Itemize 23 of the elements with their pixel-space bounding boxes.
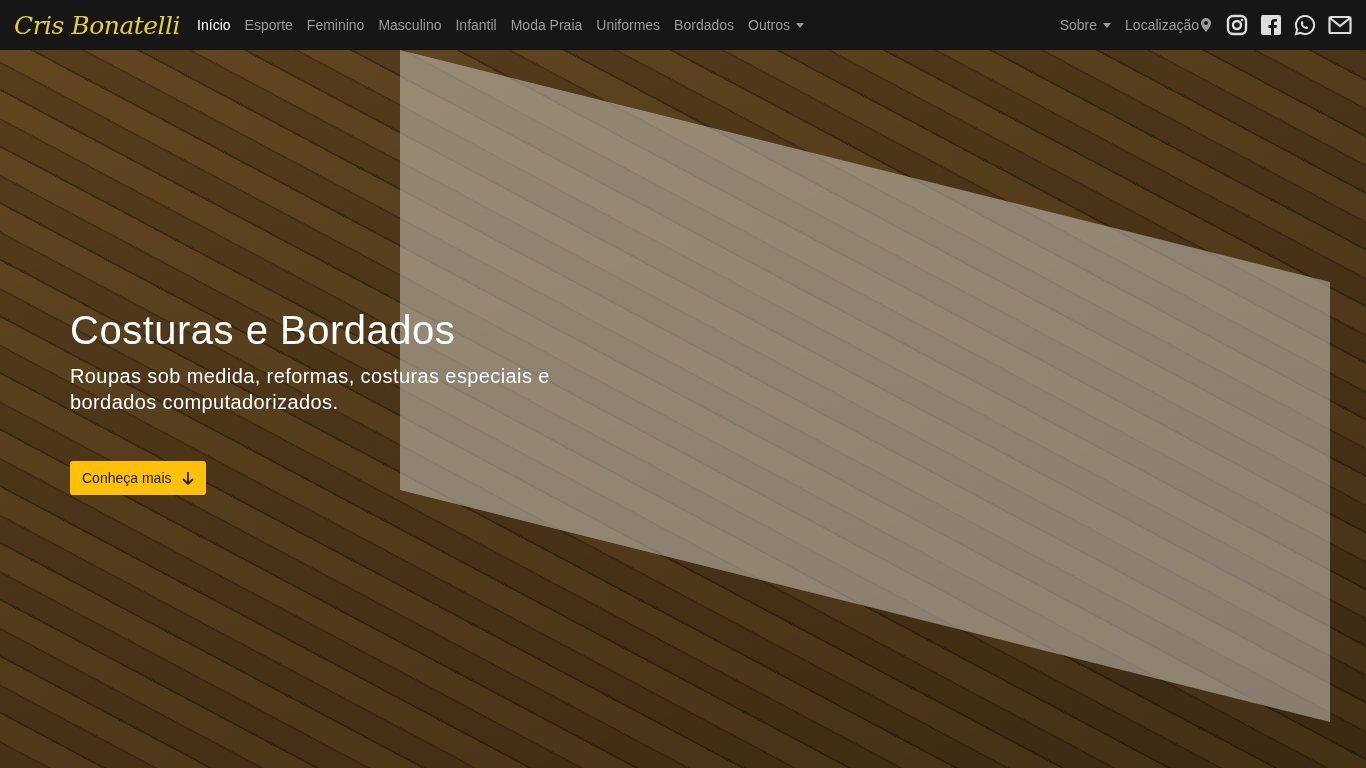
nav-link[interactable]: Localização [1118,9,1218,41]
nav-link[interactable]: Uniformes [589,9,668,41]
dropdown-toggle[interactable]: Outros [741,9,812,41]
whatsapp-icon[interactable] [1294,14,1316,36]
envelope-icon[interactable] [1328,14,1352,36]
map-pin-icon [1201,18,1211,32]
instagram-icon[interactable] [1226,14,1248,36]
caret-icon [796,22,805,28]
nav-link[interactable]: Infantil [448,9,504,41]
hero-title: Costuras e Bordados [70,308,456,353]
learn-more-button[interactable]: Conheça mais [70,461,206,495]
nav-link[interactable]: Esporte [237,9,300,41]
hero-subtitle: Roupas sob medida, reformas, costuras especiais e bordados computadorizados. [70,364,551,415]
caret-icon [1103,22,1112,28]
nav-link[interactable]: Feminino [299,9,372,41]
brand-logo[interactable]: Cris Bonatelli [14,10,181,40]
arrow-down-icon [181,471,194,485]
nav-link[interactable]: Início [190,9,238,41]
nav-link[interactable]: Masculino [371,9,449,41]
nav-link[interactable]: Bordados [667,9,742,41]
nav-link[interactable]: Moda Praia [503,9,590,41]
dropdown-toggle[interactable]: Sobre [1052,9,1119,41]
facebook-icon[interactable] [1260,14,1282,36]
